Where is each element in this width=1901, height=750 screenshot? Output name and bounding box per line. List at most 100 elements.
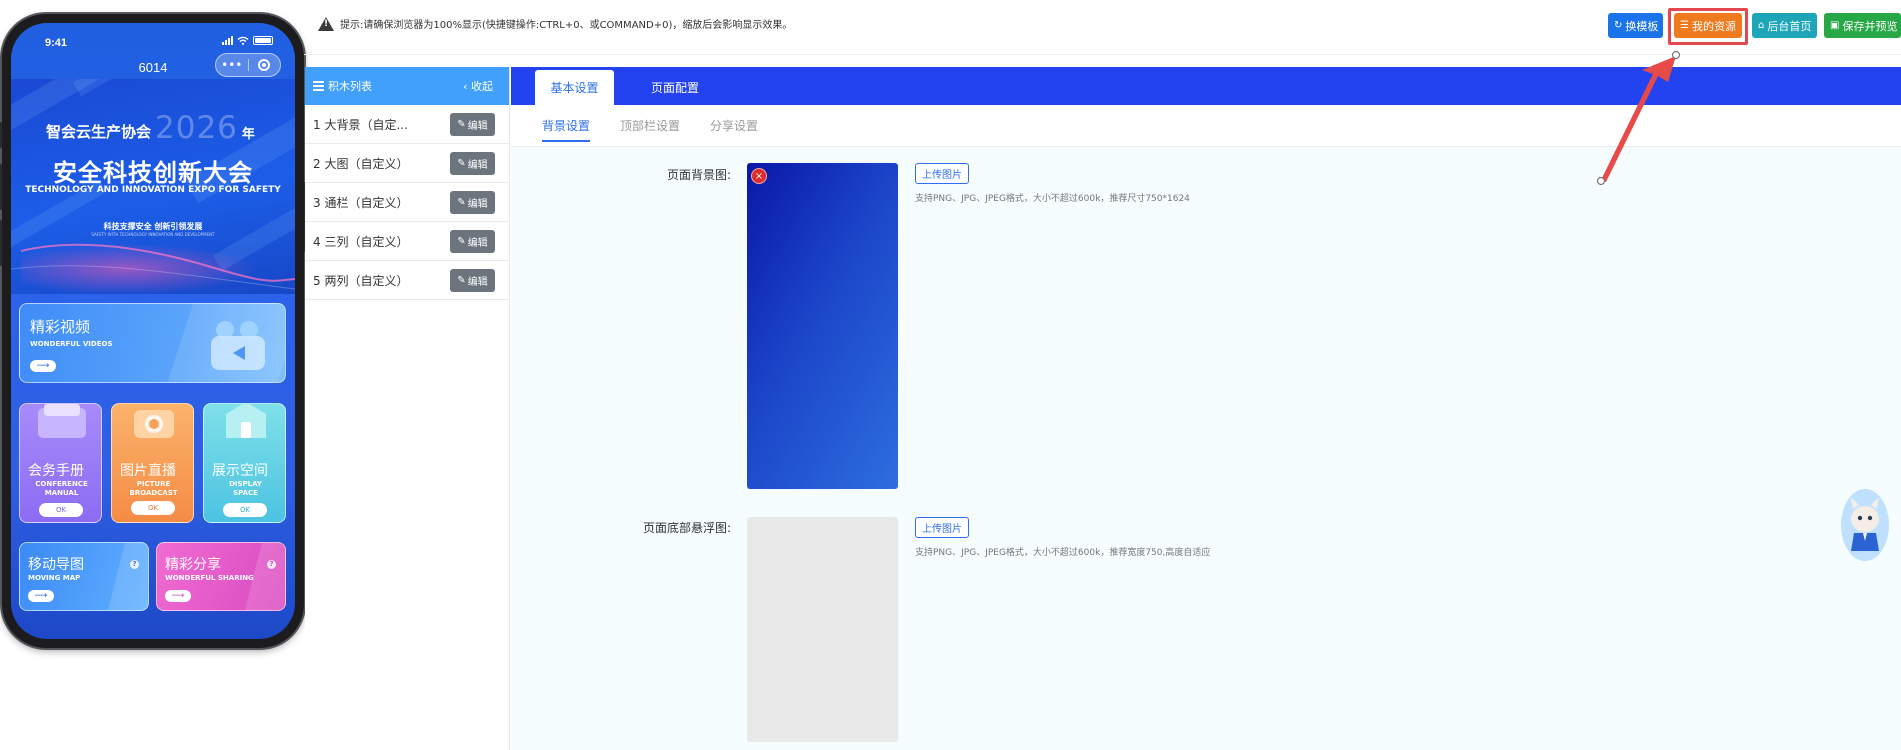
block-label: 2 大图（自定义） [313, 156, 409, 171]
edit-icon: ✎ [457, 235, 466, 247]
tile-conference-manual[interactable]: 会务手册 CONFERENCE MANUAL OK [19, 403, 102, 523]
banner-org: 智会云生产协会 2026 年 [46, 110, 255, 146]
edit-button[interactable]: ✎ 编辑 [450, 268, 495, 292]
edit-button[interactable]: ✎ 编辑 [450, 229, 495, 253]
collapse-button[interactable]: ‹ 收起 [463, 78, 493, 94]
settings-panel: 基本设置 页面配置 背景设置 顶部栏设置 分享设置 页面背景图: × 上传图片 … [511, 67, 1901, 750]
edit-button[interactable]: ✎ 编辑 [450, 112, 495, 136]
home-icon: ⌂ [1758, 20, 1765, 31]
edit-icon: ✎ [457, 118, 466, 130]
button-label: 保存并预览 [1842, 19, 1898, 33]
close-app-icon[interactable] [249, 54, 281, 76]
tab-basic-settings[interactable]: 基本设置 [535, 70, 614, 105]
edit-button[interactable]: ✎ 编辑 [450, 151, 495, 175]
block-label: 5 两列（自定义） [313, 273, 409, 288]
status-bar: 9:41 [11, 23, 295, 49]
subtab-topbar[interactable]: 顶部栏设置 [620, 117, 680, 134]
save-icon: ▣ [1830, 20, 1840, 31]
tile-label: 精彩分享 [165, 557, 221, 573]
chevron-left-icon: ‹ [463, 80, 468, 93]
tile-label: 会务手册 [28, 463, 84, 479]
change-template-button[interactable]: ↻ 换模板 [1608, 13, 1663, 38]
tile-label-en: DISPLAY [229, 480, 262, 488]
tile-label-en: MANUAL [44, 489, 79, 497]
banner-slogan: 科技支撑安全 创新引领发展 [103, 222, 203, 231]
tile-display-space[interactable]: 展示空间 DISPLAY SPACE OK [203, 403, 286, 523]
question-icon: ? [267, 560, 276, 569]
block-list-item[interactable]: 2 大图（自定义） ✎ 编辑 [305, 144, 509, 183]
tile-label-en: PICTURE [136, 480, 171, 488]
mini-program-capsule[interactable]: ••• [215, 53, 281, 77]
warning-icon [318, 16, 334, 31]
ok-button[interactable]: OK [223, 503, 267, 517]
bg-image-label: 页面背景图: [666, 168, 731, 182]
tile-label: 移动导图 [28, 557, 84, 573]
tile-moving-map[interactable]: 移动导图 MOVING MAP ⟶ ? [19, 542, 149, 611]
phone-side-button [0, 164, 2, 210]
button-label: 换模板 [1625, 19, 1659, 33]
admin-home-button[interactable]: ⌂ 后台首页 [1752, 13, 1817, 38]
tile-label-en: WONDERFUL VIDEOS [30, 340, 113, 348]
video-camera-icon [211, 321, 265, 370]
settings-subtabs: 背景设置 顶部栏设置 分享设置 [511, 105, 1901, 147]
block-list-item[interactable]: 4 三列（自定义） ✎ 编辑 [305, 222, 509, 261]
banner-title-en: TECHNOLOGY AND INNOVATION EXPO FOR SAFET… [25, 185, 281, 195]
phone-side-button [0, 220, 2, 266]
save-preview-button[interactable]: ▣ 保存并预览 [1824, 13, 1901, 38]
tile-label: 图片直播 [120, 463, 176, 479]
bg-image-preview: × [747, 163, 898, 489]
subtab-background[interactable]: 背景设置 [542, 117, 591, 142]
block-list-item[interactable]: 5 两列（自定义） ✎ 编辑 [305, 261, 509, 300]
tile-label-en: CONFERENCE [35, 480, 88, 488]
signal-icon [222, 36, 233, 45]
block-list-header: 积木列表 ‹ 收起 [305, 67, 509, 105]
top-divider [304, 54, 1901, 55]
ok-button[interactable]: OK [131, 501, 175, 515]
edit-button[interactable]: ✎ 编辑 [450, 190, 495, 214]
banner: 智会云生产协会 2026 年 安全科技创新大会 TECHNOLOGY AND I… [11, 79, 295, 294]
tab-page-config[interactable]: 页面配置 [629, 70, 721, 105]
highlight-box [1668, 8, 1748, 45]
menu-icon [313, 81, 324, 91]
block-list-title: 积木列表 [328, 80, 372, 93]
bg-upload-button[interactable]: 上传图片 [915, 163, 969, 184]
block-list-item[interactable]: 3 通栏（自定义） ✎ 编辑 [305, 183, 509, 222]
subtab-share[interactable]: 分享设置 [710, 117, 758, 134]
camera-icon [134, 410, 174, 438]
status-time: 9:41 [45, 37, 68, 49]
float-image-hint: 支持PNG、JPG、JPEG格式，大小不超过600k，推荐宽度750,高度自适应 [915, 548, 1211, 558]
edit-icon: ✎ [457, 274, 466, 286]
tile-label-en: WONDERFUL SHARING [165, 574, 254, 582]
arrow-icon: ⟶ [165, 590, 191, 602]
bg-image-hint: 支持PNG、JPG、JPEG格式，大小不超过600k，推荐尺寸750*1624 [915, 194, 1190, 204]
phone-preview: 智会云生产协会 2026 年 安全科技创新大会 TECHNOLOGY AND I… [0, 14, 307, 648]
float-upload-button[interactable]: 上传图片 [915, 517, 969, 538]
float-image-placeholder[interactable] [747, 517, 898, 742]
question-icon: ? [130, 560, 139, 569]
more-icon[interactable]: ••• [216, 54, 248, 76]
assistant-mascot-icon[interactable] [1837, 485, 1889, 561]
tile-picture-broadcast[interactable]: 图片直播 PICTURE BROADCAST OK [111, 403, 194, 523]
block-label: 3 通栏（自定义） [313, 195, 409, 210]
tile-label-en: SPACE [233, 489, 258, 497]
folder-icon [38, 404, 86, 438]
tile-wonderful-sharing[interactable]: 精彩分享 WONDERFUL SHARING ⟶ ? [156, 542, 286, 611]
block-label: 1 大背景（自定... [313, 117, 408, 132]
settings-tabbar: 基本设置 页面配置 [511, 67, 1901, 105]
tile-videos[interactable]: 精彩视频 WONDERFUL VIDEOS ⟶ [19, 303, 286, 383]
banner-slogan-en: SAFETY WITH TECHNOLOGY INNOVATION AND DE… [91, 232, 215, 237]
delete-icon[interactable]: × [751, 168, 767, 184]
wifi-icon [237, 36, 249, 45]
arrow-icon: ⟶ [28, 590, 54, 602]
arrow-icon: ⟶ [30, 360, 56, 372]
tile-label: 展示空间 [212, 463, 268, 479]
edit-icon: ✎ [457, 196, 466, 208]
ok-button[interactable]: OK [39, 503, 83, 517]
house-icon [226, 404, 266, 438]
block-list-panel: 积木列表 ‹ 收起 1 大背景（自定... ✎ 编辑 2 大图（自定义） ✎ 编辑 … [305, 67, 510, 750]
block-label: 4 三列（自定义） [313, 234, 409, 249]
button-label: 后台首页 [1767, 19, 1812, 33]
block-list-item[interactable]: 1 大背景（自定... ✎ 编辑 [305, 105, 509, 144]
float-image-label: 页面底部悬浮图: [642, 521, 731, 535]
tile-label-en: MOVING MAP [28, 574, 81, 582]
